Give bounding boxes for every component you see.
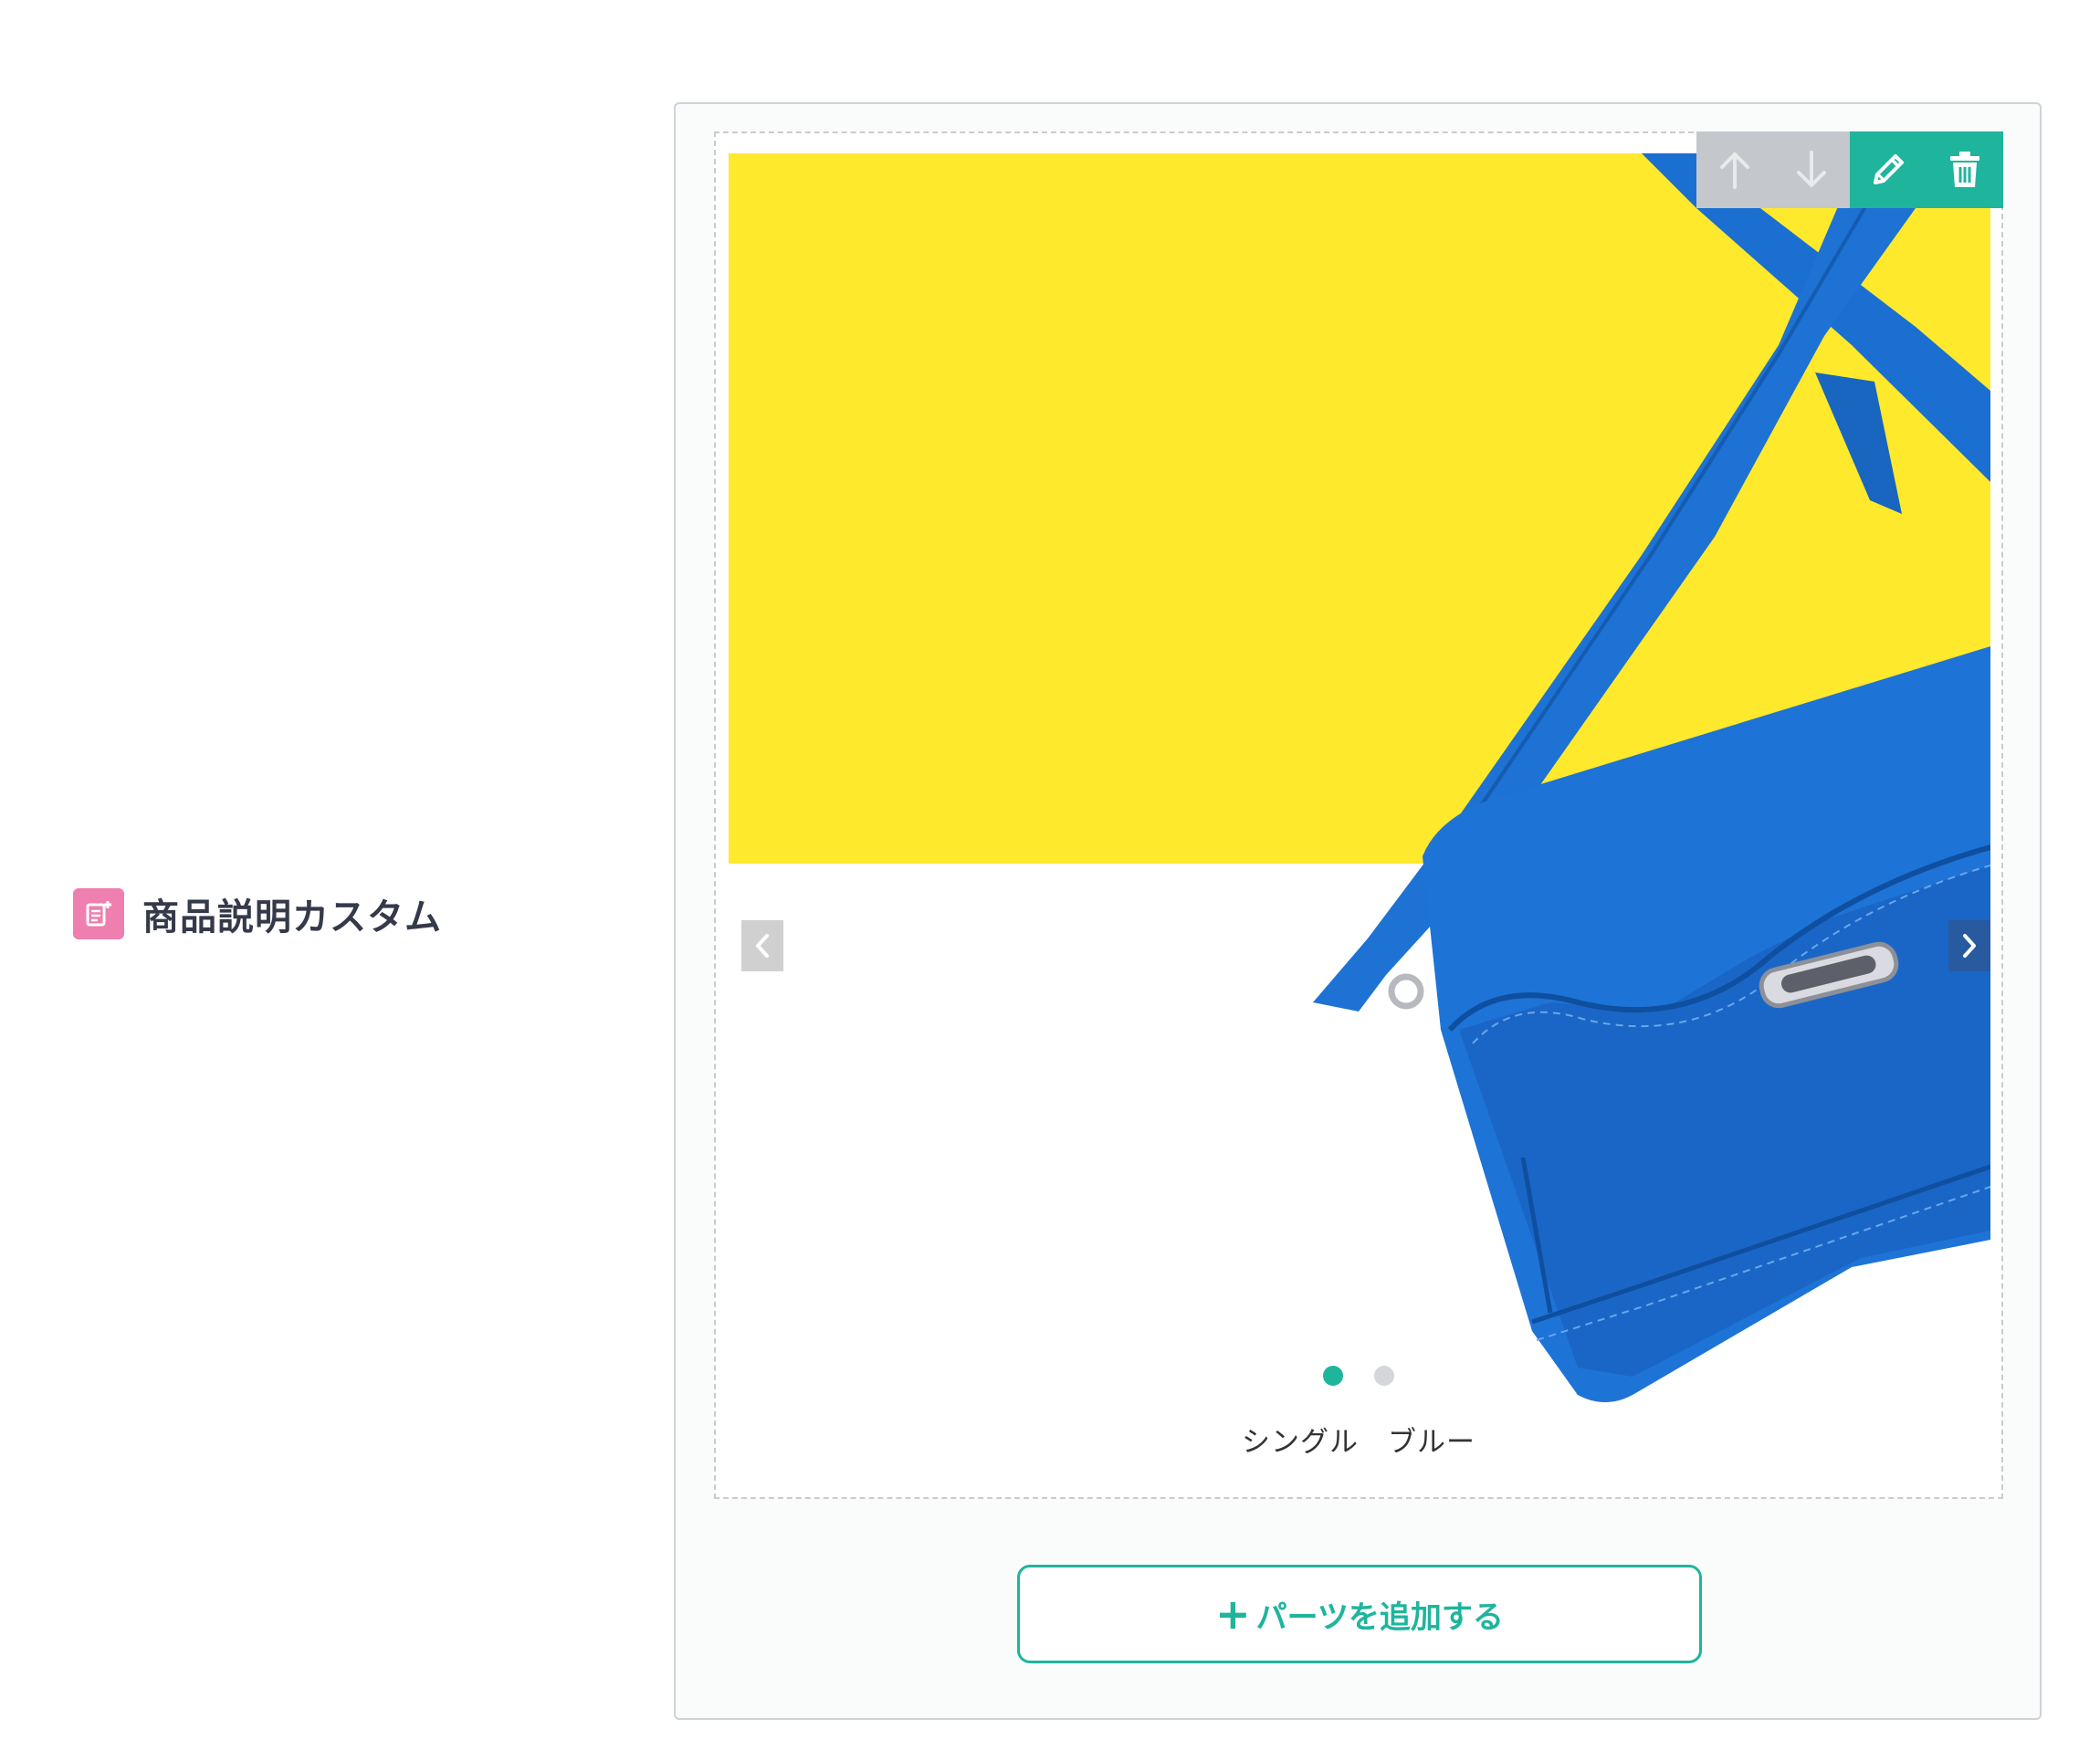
chevron-left-icon: [756, 934, 769, 958]
plus-icon: +: [1215, 1589, 1251, 1639]
pencil-icon: [1874, 154, 1904, 184]
part-toolbar: [1696, 131, 2003, 208]
parts-editor-panel: シングル ブルー + パーツを追加する: [674, 102, 2042, 1720]
move-down-button[interactable]: [1773, 131, 1850, 208]
arrow-up-icon: [1720, 152, 1749, 189]
product-photo: [729, 153, 1990, 1417]
section-label: 商品説明カスタム: [73, 887, 442, 940]
document-add-icon: [73, 888, 124, 939]
add-parts-label: パーツを追加する: [1255, 1599, 1504, 1636]
image-slider-part[interactable]: シングル ブルー: [714, 131, 2003, 1499]
add-parts-button[interactable]: + パーツを追加する: [1017, 1565, 1702, 1663]
chevron-right-icon: [1963, 934, 1976, 958]
slide-caption: シングル ブルー: [1242, 1426, 1475, 1459]
delete-button[interactable]: [1927, 131, 2003, 208]
move-up-button[interactable]: [1696, 131, 1773, 208]
edit-button[interactable]: [1850, 131, 1927, 208]
slider-prev-button[interactable]: [741, 920, 783, 971]
slider-pagination: [716, 1366, 2001, 1386]
slider-dot-2[interactable]: [1374, 1366, 1394, 1386]
slider-next-button[interactable]: [1948, 920, 1990, 971]
slider-image: [729, 153, 1990, 1417]
arrow-down-icon: [1797, 151, 1826, 187]
trash-icon: [1950, 152, 1979, 187]
slider-dot-1[interactable]: [1323, 1366, 1343, 1386]
section-title: 商品説明カスタム: [142, 896, 442, 938]
